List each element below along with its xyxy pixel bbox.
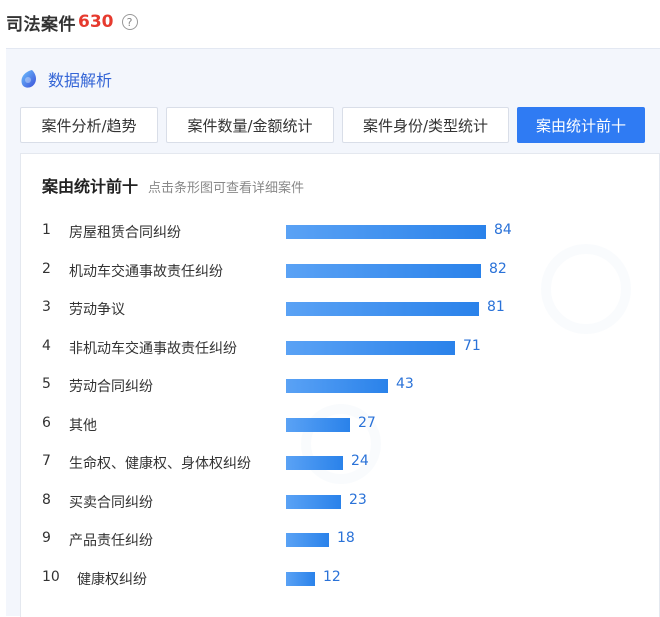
- page-title: 司法案件: [6, 14, 76, 35]
- bar[interactable]: [286, 263, 481, 278]
- bar[interactable]: [286, 379, 388, 393]
- bar[interactable]: [286, 340, 455, 355]
- value-label: 27: [358, 414, 376, 431]
- rank-label: 5: [42, 376, 51, 392]
- tab-case-identity-type[interactable]: 案件身份/类型统计: [342, 107, 509, 143]
- value-label: 84: [494, 222, 512, 238]
- bar[interactable]: [286, 302, 479, 316]
- category-label: 房屋租赁合同纠纷: [69, 225, 181, 241]
- case-count: 630: [78, 12, 114, 32]
- bar[interactable]: [286, 571, 315, 586]
- rank-label: 9: [42, 530, 51, 546]
- value-label: 82: [489, 260, 507, 277]
- value-label: 23: [349, 491, 367, 508]
- category-label: 生命权、健康权、身体权纠纷: [69, 456, 251, 472]
- card-header: 案由统计前十 点击条形图可查看详细案件: [42, 173, 304, 197]
- value-label: 18: [337, 530, 355, 546]
- rank-label: 7: [42, 453, 51, 469]
- category-label: 机动车交通事故责任纠纷: [69, 263, 223, 280]
- chart-subtitle: 点击条形图可查看详细案件: [148, 181, 305, 196]
- bar-row[interactable]: 10 健康权纠纷 12: [21, 566, 659, 590]
- rank-label: 3: [42, 299, 51, 315]
- data-analysis-icon: [21, 70, 36, 88]
- page-header: 司法案件 630 ?: [0, 0, 660, 44]
- section-header: 数据解析: [18, 67, 112, 91]
- value-label: 12: [323, 568, 341, 585]
- data-analysis-panel: 数据解析 案件分析/趋势 案件数量/金额统计 案件身份/类型统计 案由统计前十 …: [6, 48, 660, 617]
- rank-label: 4: [42, 337, 51, 354]
- value-label: 43: [396, 376, 414, 392]
- category-label: 健康权纠纷: [77, 571, 147, 588]
- value-label: 81: [487, 299, 505, 315]
- bar-row[interactable]: 5 劳动合同纠纷 43: [21, 373, 659, 397]
- tab-top-ten-causes[interactable]: 案由统计前十: [517, 107, 645, 143]
- bar-row[interactable]: 2 机动车交通事故责任纠纷 82: [21, 258, 659, 282]
- category-label: 劳动合同纠纷: [69, 379, 153, 395]
- tab-case-analysis-trend[interactable]: 案件分析/趋势: [20, 107, 158, 143]
- value-label: 24: [351, 453, 369, 469]
- rank-label: 8: [42, 491, 51, 508]
- tab-bar: 案件分析/趋势 案件数量/金额统计 案件身份/类型统计 案由统计前十: [20, 107, 645, 143]
- bar-row[interactable]: 1 房屋租赁合同纠纷 84: [21, 219, 659, 243]
- category-label: 产品责任纠纷: [69, 533, 153, 549]
- bar[interactable]: [286, 225, 486, 239]
- bar-row[interactable]: 7 生命权、健康权、身体权纠纷 24: [21, 450, 659, 474]
- rank-label: 1: [42, 222, 51, 238]
- bar[interactable]: [286, 494, 341, 509]
- bar-row[interactable]: 8 买卖合同纠纷 23: [21, 489, 659, 513]
- bar-row[interactable]: 9 产品责任纠纷 18: [21, 527, 659, 551]
- rank-label: 6: [42, 414, 51, 431]
- category-label: 非机动车交通事故责任纠纷: [69, 340, 237, 357]
- bar-row[interactable]: 6 其他 27: [21, 412, 659, 436]
- help-icon[interactable]: ?: [121, 14, 138, 30]
- bar-row[interactable]: 4 非机动车交通事故责任纠纷 71: [21, 335, 659, 359]
- bar[interactable]: [286, 417, 350, 432]
- rank-label: 10: [42, 568, 60, 585]
- category-label: 劳动争议: [69, 302, 125, 318]
- chart-card: 案由统计前十 点击条形图可查看详细案件 1 房屋租赁合同纠纷 84 2 机动车交通事故责…: [20, 153, 660, 617]
- category-label: 买卖合同纠纷: [69, 494, 153, 511]
- section-title: 数据解析: [48, 71, 113, 90]
- value-label: 71: [463, 337, 481, 354]
- category-label: 其他: [69, 417, 97, 434]
- bar[interactable]: [286, 456, 343, 470]
- tab-case-count-amount[interactable]: 案件数量/金额统计: [166, 107, 334, 143]
- bar[interactable]: [286, 533, 329, 547]
- rank-label: 2: [42, 260, 51, 277]
- bar-row[interactable]: 3 劳动争议 81: [21, 296, 659, 320]
- chart-title: 案由统计前十: [42, 177, 139, 196]
